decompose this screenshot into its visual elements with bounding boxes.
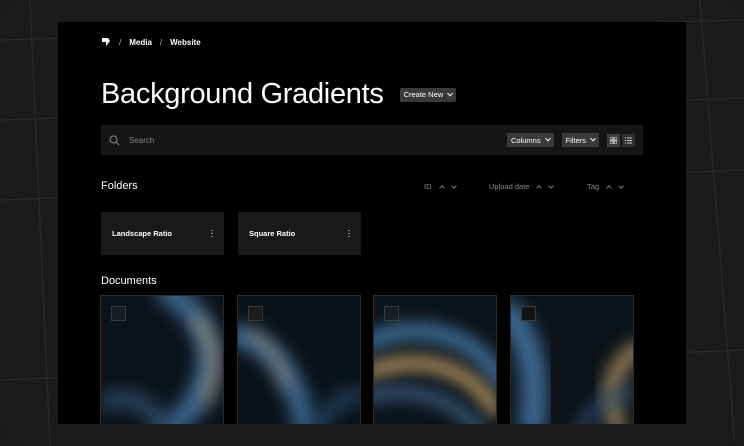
grid-view-icon (610, 136, 617, 144)
sort-up-icon[interactable] (536, 184, 543, 191)
sort-id-label: ID (424, 182, 432, 191)
sort-upload-date[interactable]: Upload date (489, 182, 555, 191)
title-row: Background Gradients Create New (101, 78, 457, 111)
folders-title: Folders (101, 180, 138, 192)
sort-down-icon[interactable] (618, 182, 624, 189)
document-card[interactable] (237, 295, 361, 424)
folder-card-square-ratio[interactable]: Square Ratio (238, 212, 361, 255)
list-view-button[interactable] (622, 133, 635, 147)
select-checkbox[interactable] (384, 306, 399, 321)
sort-down-icon[interactable] (548, 182, 555, 189)
folder-label: Square Ratio (249, 229, 296, 238)
columns-dropdown[interactable]: Columns (506, 133, 554, 147)
folder-label: Landscape Ratio (112, 229, 173, 238)
sort-tag-label: Tag (587, 182, 600, 191)
search-icon (109, 135, 120, 145)
sort-down-icon[interactable] (450, 182, 457, 189)
grid-view-button[interactable] (607, 133, 620, 147)
toolbar-controls: Columns Filters (506, 133, 635, 147)
breadcrumb-item-media[interactable]: Media (129, 38, 152, 47)
search-bar: Columns Filters (101, 125, 643, 155)
filters-dropdown[interactable]: Filters (561, 133, 599, 147)
document-card[interactable] (510, 295, 634, 424)
sort-up-icon[interactable] (606, 184, 612, 191)
select-checkbox[interactable] (521, 306, 536, 321)
breadcrumb-item-website[interactable]: Website (170, 38, 201, 47)
create-new-button[interactable]: Create New (399, 87, 457, 102)
filters-label: Filters (565, 135, 586, 145)
breadcrumb-separator: / (159, 37, 163, 47)
select-checkbox[interactable] (111, 306, 126, 321)
document-card[interactable] (373, 295, 497, 424)
select-checkbox[interactable] (248, 306, 263, 321)
document-card[interactable] (100, 295, 224, 424)
more-vertical-icon[interactable] (211, 229, 213, 238)
more-vertical-icon[interactable] (348, 229, 350, 238)
search-input[interactable] (129, 135, 429, 145)
page-title: Background Gradients (101, 78, 384, 110)
sort-id[interactable]: ID (424, 182, 457, 191)
view-toggle (607, 133, 635, 147)
sort-tag[interactable]: Tag (587, 182, 624, 191)
sort-upload-date-label: Upload date (489, 182, 530, 191)
list-view-icon (625, 137, 632, 143)
chevron-down-icon (544, 135, 551, 142)
breadcrumb: / Media / Website (101, 37, 201, 47)
breadcrumb-separator: / (119, 37, 122, 47)
app-window: / Media / Website Background Gradients C… (58, 22, 686, 424)
chevron-down-icon (590, 135, 596, 142)
logo-icon[interactable] (101, 37, 111, 47)
create-new-label: Create New (403, 90, 444, 99)
device-frame: / Media / Website Background Gradients C… (0, 0, 744, 446)
chevron-down-icon (447, 90, 454, 96)
folder-card-landscape-ratio[interactable]: Landscape Ratio (101, 212, 224, 255)
columns-label: Columns (510, 135, 541, 145)
documents-title: Documents (101, 275, 157, 287)
sort-up-icon[interactable] (438, 184, 445, 191)
